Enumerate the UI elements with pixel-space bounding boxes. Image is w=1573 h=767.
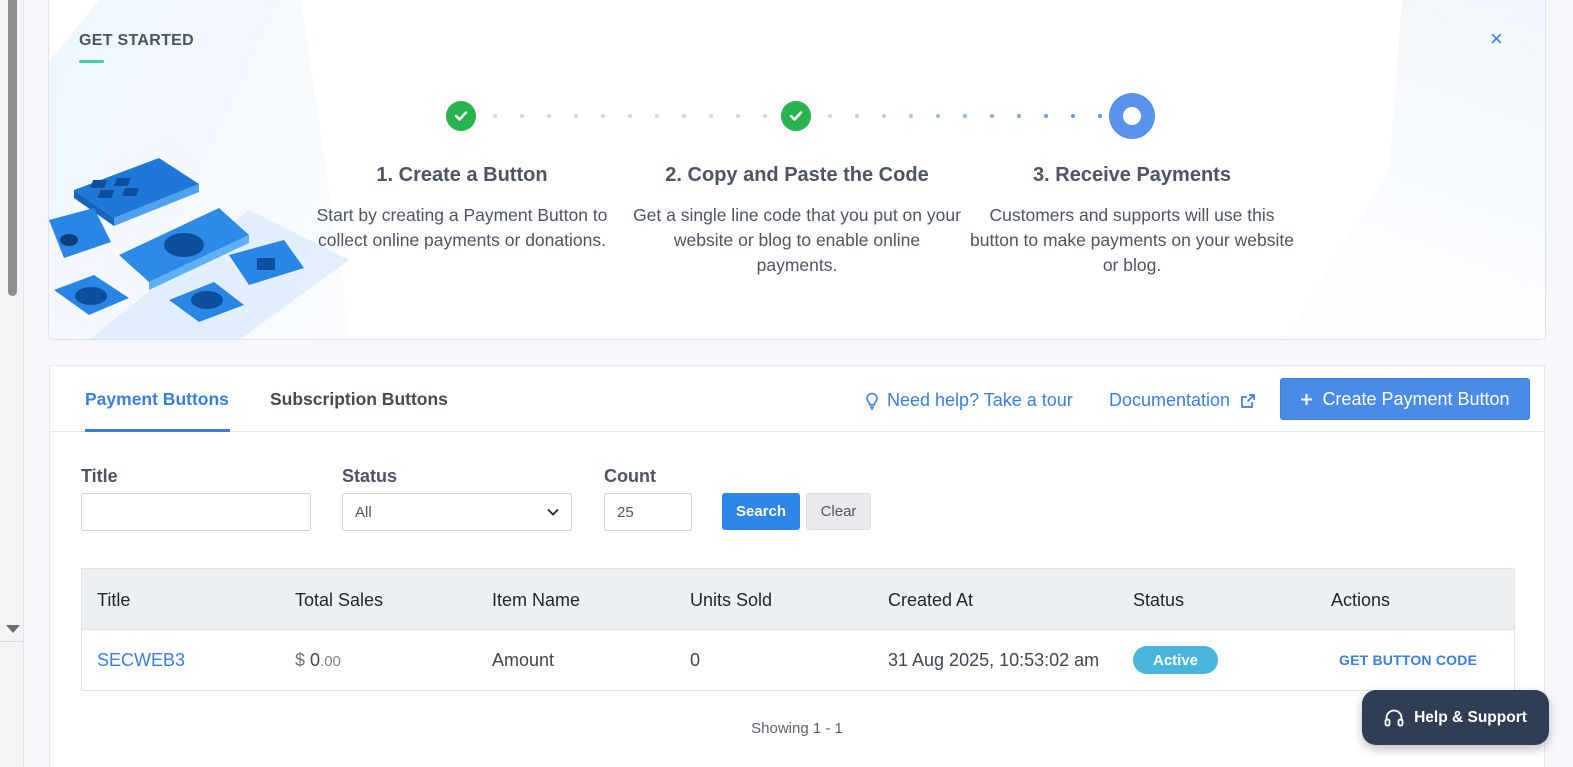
connector-dot [936,114,940,118]
tab-subscription-buttons[interactable]: Subscription Buttons [270,389,448,410]
pagination-info: Showing 1 - 1 [751,720,843,737]
connector-dot [736,114,740,118]
connector-dot [990,114,994,118]
title-filter-input[interactable] [81,493,311,531]
column-header-created-at: Created At [888,590,974,610]
units-sold-cell: 0 [690,650,701,670]
connector-dot [909,114,913,118]
left-strip [0,0,24,767]
connector-dot [547,114,551,118]
status-badge: Active [1133,646,1219,674]
step-1-text: Start by creating a Payment Button to co… [316,205,608,250]
search-button[interactable]: Search [722,493,800,530]
table-row: SECWEB3 $ 0.00 Amount 0 31 Aug 2025, 10:… [82,630,1514,690]
connector-dot [574,114,578,118]
count-filter-label: Count [604,466,656,486]
table-header: Title Total Sales Item Name Units Sold C… [82,569,1514,630]
documentation-label: Documentation [1109,390,1231,410]
connector-dot [963,114,967,118]
close-icon[interactable]: × [1490,28,1503,50]
column-header-actions: Actions [1331,590,1391,610]
scrollbar-thumb[interactable] [8,0,17,296]
headset-icon [1384,709,1404,726]
connector-dot [828,114,832,118]
step-2: 2. Copy and Paste the Code Get a single … [632,164,962,278]
column-header-units-sold: Units Sold [690,590,773,610]
step-3-text: Customers and supports will use this but… [970,205,1294,275]
divider [0,641,24,642]
created-at-cell: 31 Aug 2025, 10:53:02 am [888,650,1100,670]
chevron-down-icon [547,508,559,516]
external-link-icon [1241,393,1255,408]
step-2-text: Get a single line code that you put on y… [633,205,961,275]
column-header-title: Title [97,590,131,610]
connector-dot [655,114,659,118]
step-3-heading: 3. Receive Payments [1033,164,1231,186]
sales-whole: 0 [310,650,321,670]
take-tour-label: Need help? Take a tour [887,390,1073,410]
status-filter-label: Status [342,466,398,486]
connector-dot [520,114,524,118]
title-filter-label: Title [81,466,118,486]
sales-cents: .00 [320,653,341,670]
scroll-down-arrow-icon[interactable] [6,625,20,633]
tabs-bar: Payment Buttons Subscription Buttons Nee… [50,366,1544,432]
decorative-background [1285,0,1545,339]
help-support-button[interactable]: Help & Support [1362,690,1549,745]
connector-dot [682,114,686,118]
connector-dot [1098,114,1102,118]
connector-dot [882,114,886,118]
count-filter-input[interactable] [604,493,692,531]
button-title-link[interactable]: SECWEB3 [97,650,185,671]
get-button-code-link[interactable]: GET BUTTON CODE [1339,652,1477,668]
get-started-title: GET STARTED [79,32,195,49]
connector-dot [493,114,497,118]
column-header-status: Status [1133,590,1185,610]
step-2-complete-icon [781,101,811,131]
status-filter-value: All [355,503,372,521]
connector-dot [763,114,767,118]
plus-icon [1301,393,1313,405]
create-payment-button[interactable]: Create Payment Button [1280,378,1530,420]
clear-button[interactable]: Clear [806,493,871,530]
take-tour-link[interactable]: Need help? Take a tour [865,390,1073,411]
currency-symbol: $ [295,650,306,670]
total-sales-cell: $ 0.00 [295,650,341,671]
step-1-complete-icon [446,101,476,131]
item-name-cell: Amount [492,650,555,670]
status-filter-select[interactable]: All [342,493,572,531]
title-underline [79,60,104,63]
documentation-link[interactable]: Documentation [1109,390,1256,411]
step-1: 1. Create a Button Start by creating a P… [297,164,627,253]
payment-buttons-table: Title Total Sales Item Name Units Sold C… [81,568,1515,691]
active-tab-indicator [85,429,230,432]
get-started-card: GET STARTED × 1. Create a Button Start b… [48,0,1546,340]
step-1-heading: 1. Create a Button [376,164,548,186]
step-3: 3. Receive Payments Customers and suppor… [967,164,1297,278]
step-3-current-icon [1109,93,1155,139]
connector-dot [601,114,605,118]
step-2-heading: 2. Copy and Paste the Code [665,164,929,186]
payment-buttons-panel: Payment Buttons Subscription Buttons Nee… [49,365,1545,767]
create-payment-button-label: Create Payment Button [1322,388,1510,409]
connector-dot [1071,114,1075,118]
column-header-item-name: Item Name [492,590,581,610]
connector-dot [628,114,632,118]
connector-dot [855,114,859,118]
tab-payment-buttons[interactable]: Payment Buttons [85,389,229,410]
lightbulb-icon [866,392,878,410]
help-support-label: Help & Support [1414,708,1527,726]
connector-dot [1017,114,1021,118]
connector-dot [709,114,713,118]
connector-dot [1044,114,1048,118]
column-header-total-sales: Total Sales [295,590,384,610]
